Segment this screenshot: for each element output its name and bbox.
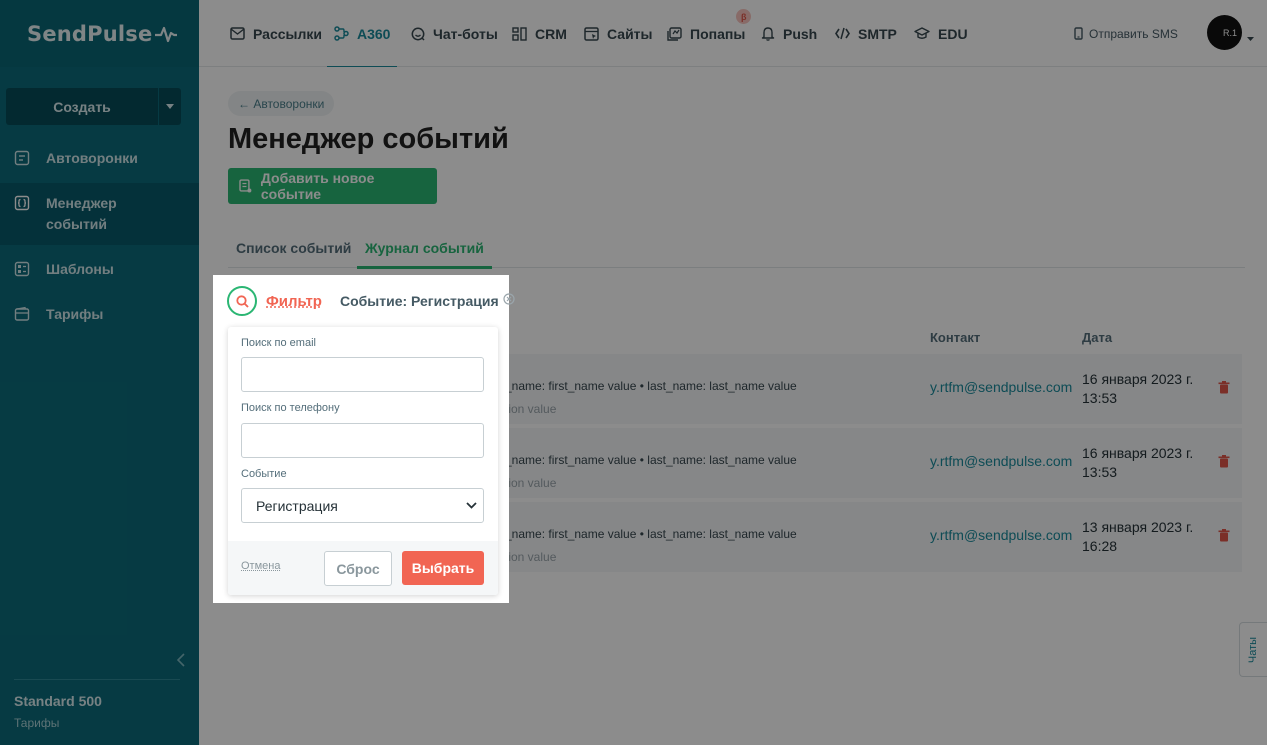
- close-circle-icon: [503, 293, 515, 305]
- filter-toggle-link[interactable]: Фильтр: [266, 293, 322, 310]
- event-select-value: Регистрация: [256, 497, 338, 514]
- reset-button[interactable]: Сброс: [324, 551, 392, 586]
- remove-filter-button[interactable]: [503, 292, 515, 310]
- apply-filter-button[interactable]: Выбрать: [402, 551, 484, 585]
- chevron-down-icon: [466, 502, 477, 509]
- phone-search-input[interactable]: [241, 423, 484, 458]
- filter-bar: Фильтр Событие: Регистрация: [227, 286, 515, 316]
- phone-search-label: Поиск по телефону: [241, 402, 340, 414]
- active-filter-chip: Событие: Регистрация: [339, 293, 499, 309]
- filter-search-button[interactable]: [227, 286, 257, 316]
- dim-overlay: [0, 0, 1267, 745]
- search-icon: [235, 294, 249, 308]
- email-search-input[interactable]: [241, 357, 484, 392]
- filter-popup-footer: Отмена Сброс Выбрать: [228, 541, 498, 595]
- email-search-label: Поиск по email: [241, 337, 316, 349]
- filter-popup: Поиск по email Поиск по телефону Событие…: [228, 327, 498, 595]
- event-select-label: Событие: [241, 468, 287, 480]
- event-select[interactable]: Регистрация: [241, 488, 484, 523]
- cancel-link[interactable]: Отмена: [241, 560, 280, 572]
